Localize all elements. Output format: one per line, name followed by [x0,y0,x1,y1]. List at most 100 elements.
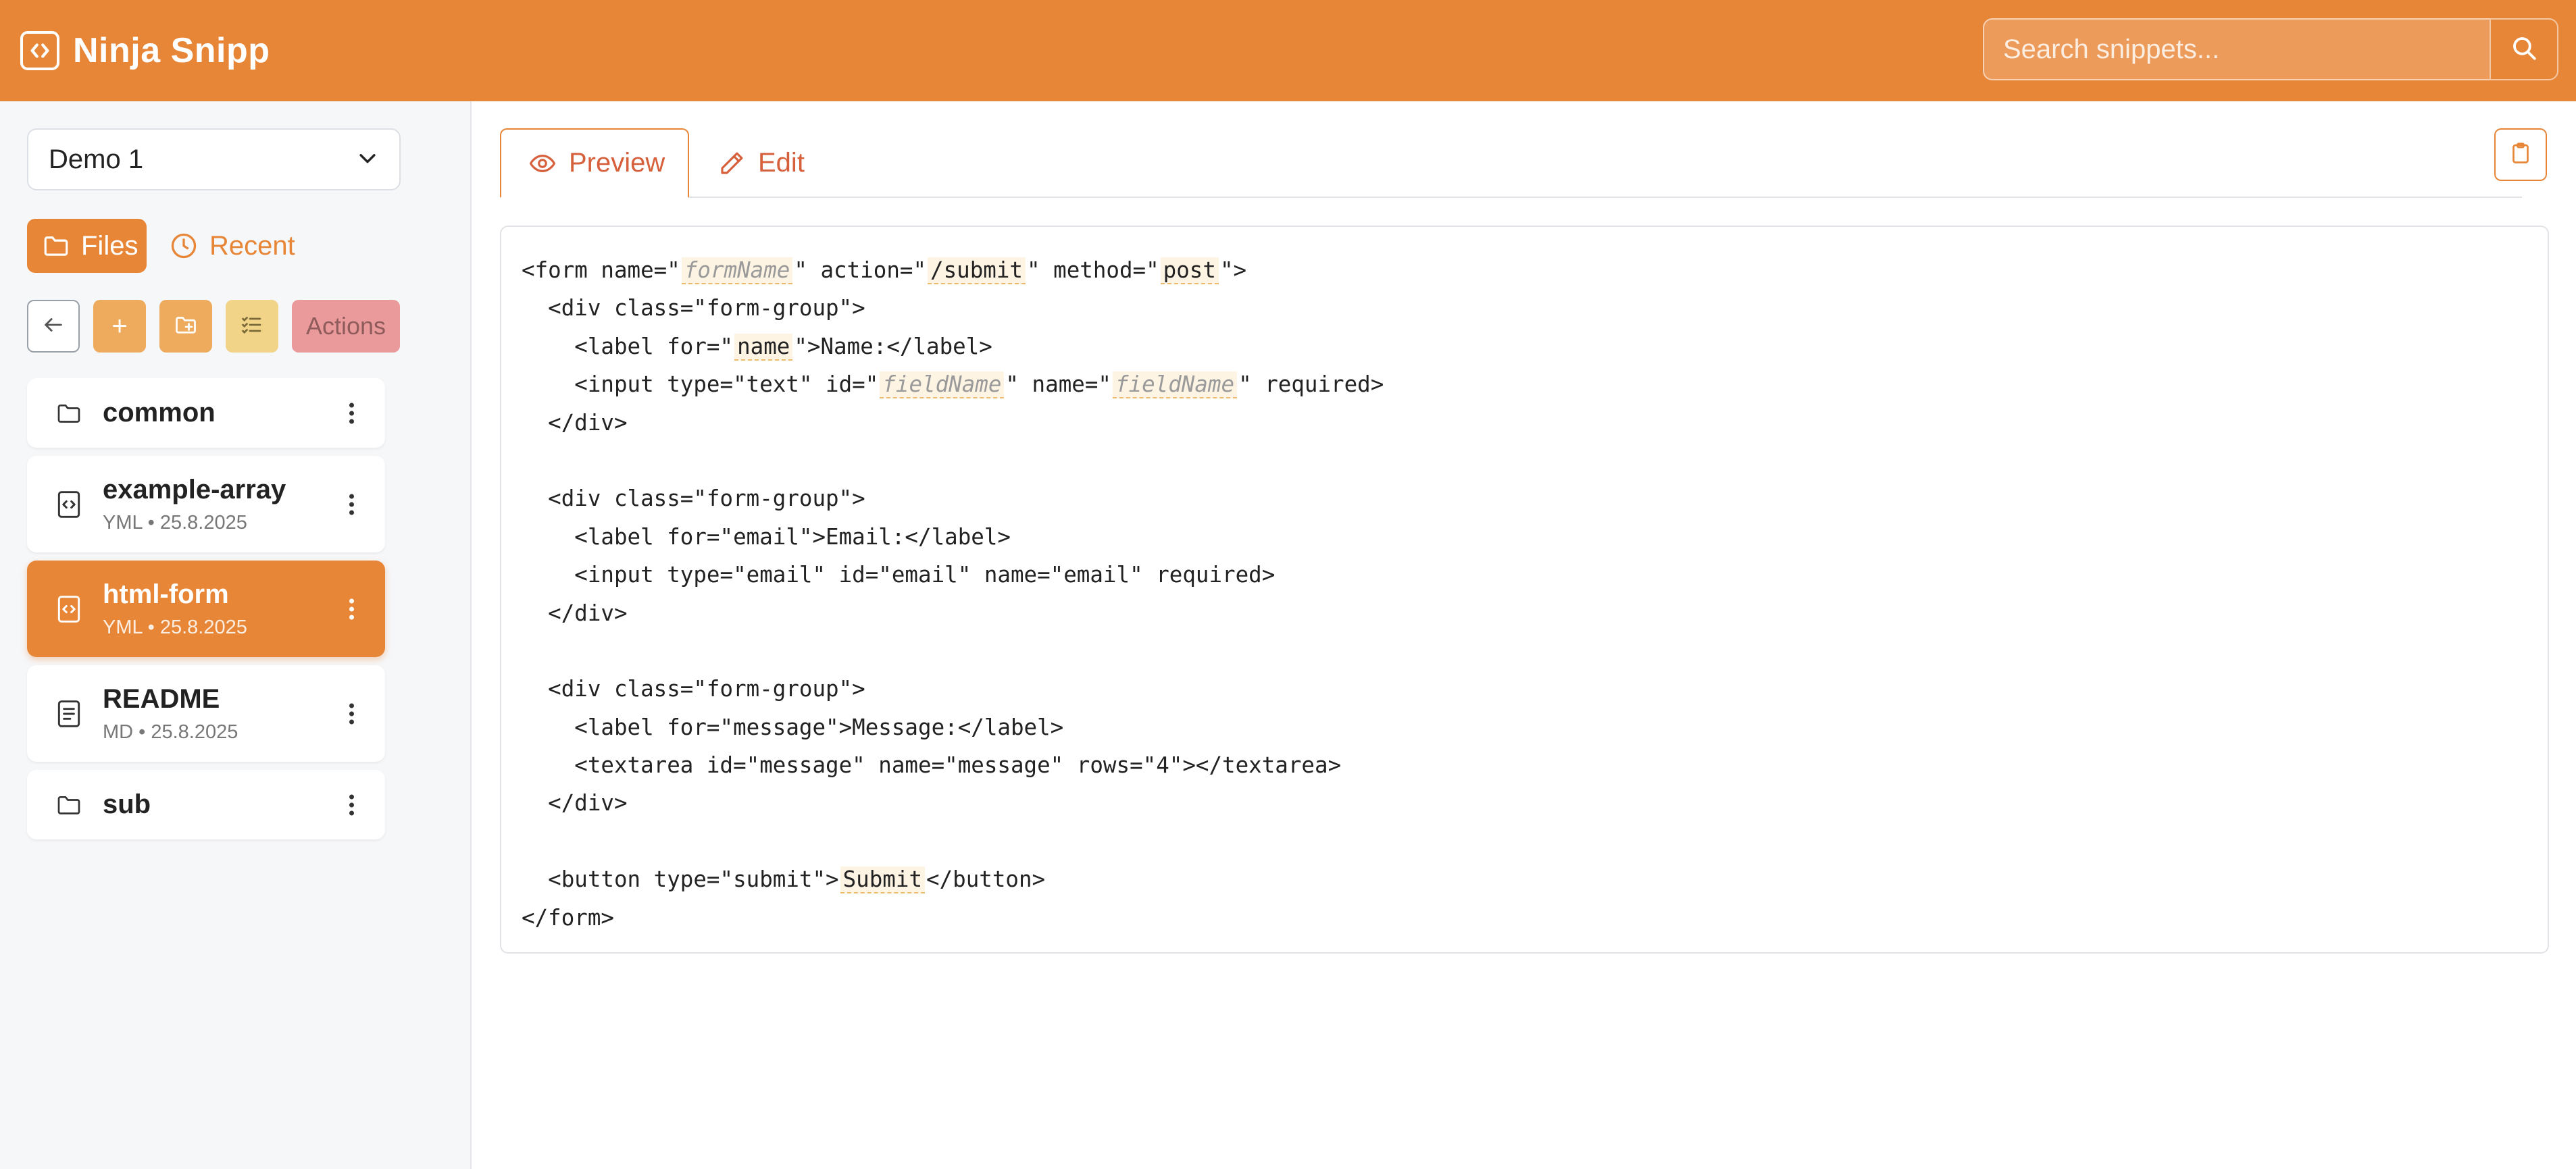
file-actions-toolbar: + Actions [27,300,400,353]
placeholder-token[interactable]: fieldName [1112,371,1238,399]
code-line: <div class="form-group"> [522,670,2527,708]
list-item-name: common [103,398,216,427]
list-item-name: example-array [103,474,286,504]
code-text: <label for=" [522,333,734,359]
code-text: <textarea id="message" name="message" ro… [522,752,1342,779]
actions-button[interactable]: Actions [292,300,400,353]
code-line: </div> [522,784,2527,822]
code-text: </div> [522,600,628,626]
list-item-name: README [103,683,220,714]
more-vertical-icon[interactable] [349,494,354,515]
list-item[interactable]: README MD • 25.8.2025 [27,665,385,762]
placeholder-token[interactable]: Submit [840,866,926,894]
search-button[interactable] [2490,18,2558,80]
tab-edit-label: Edit [758,148,805,178]
code-line: <button type="submit"> Submit </button> [522,860,2527,898]
tab-recent[interactable]: Recent [154,219,303,273]
list-item-meta: YML • 25.8.2025 [103,616,247,638]
code-preview: <form name=" formName " action="/submit " m… [500,226,2549,954]
list-item-selected[interactable]: html-form YML • 25.8.2025 [27,561,385,657]
plus-icon: + [111,311,128,341]
sidebar: Demo 1 Files Recent + Actions common exa… [0,101,472,1169]
tab-edit[interactable]: Edit [690,128,839,198]
folder-icon [42,232,70,260]
search-input[interactable] [1983,18,2490,80]
placeholder-token[interactable]: name [734,333,793,361]
more-vertical-icon[interactable] [349,794,354,815]
code-text: <input type="email" id="email" name="ema… [522,562,1276,588]
code-text: " method=" [1027,257,1159,283]
placeholder-token[interactable]: fieldName [880,371,1005,399]
clipboard-icon [2508,141,2533,169]
list-item[interactable]: example-array YML • 25.8.2025 [27,456,385,552]
code-line: <div class="form-group"> [522,289,2527,327]
code-line: </div> [522,404,2527,442]
code-text: <div class="form-group"> [522,676,865,702]
code-brackets-icon [20,31,59,70]
tab-preview-label: Preview [569,148,665,178]
tab-preview[interactable]: Preview [500,128,689,198]
code-text: </button> [926,866,1046,893]
list-item[interactable]: sub [27,770,385,839]
code-line: </div> [522,594,2527,632]
search-icon [2510,34,2538,66]
code-text: <form name=" [522,257,680,283]
more-vertical-icon[interactable] [349,402,354,423]
tab-files[interactable]: Files [27,219,147,273]
code-text: </div> [522,409,628,436]
document-icon [54,699,84,729]
placeholder-token[interactable]: /submit [928,257,1026,284]
code-block: <form name=" formName " action="/submit " m… [522,251,2527,937]
add-folder-button[interactable] [159,300,212,353]
code-line: <input type="email" id="email" name="ema… [522,556,2527,594]
code-line: <input type="text" id=" fieldName " name="… [522,365,2527,403]
list-item-meta: MD • 25.8.2025 [103,721,238,743]
tab-files-label: Files [81,230,138,261]
code-text: ">Name:</label> [794,333,992,359]
eye-icon [528,149,557,178]
pencil-icon [717,149,746,178]
list-item-name: sub [103,789,151,819]
file-list: common example-array YML • 25.8.2025 htm… [27,378,385,848]
more-vertical-icon[interactable] [349,598,354,619]
folder-icon [54,400,84,427]
code-text: " action=" [794,257,927,283]
view-tabs: Preview Edit [500,128,2522,198]
code-text: "> [1219,257,1247,283]
list-item-meta: YML • 25.8.2025 [103,511,247,534]
placeholder-token[interactable]: post [1160,257,1219,284]
code-line: <label for=" name ">Name:</label> [522,328,2527,365]
code-line: </form> [522,899,2527,937]
folder-plus-icon [174,313,198,340]
code-text: <button type="submit"> [522,866,839,893]
project-select-value: Demo 1 [49,144,144,174]
placeholder-token[interactable]: formName [681,257,793,284]
code-line: <label for="email">Email:</label> [522,518,2527,556]
arrow-left-icon [42,313,65,340]
code-file-icon [54,490,84,519]
clock-icon [169,231,199,261]
more-vertical-icon[interactable] [349,703,354,724]
code-text: <label for="email">Email:</label> [522,523,1011,550]
brand[interactable]: Ninja Snipp [20,30,270,72]
back-button[interactable] [27,300,80,353]
code-text: <div class="form-group"> [522,486,865,512]
copy-button[interactable] [2494,128,2547,181]
code-text: <input type="text" id=" [522,371,879,398]
tab-recent-label: Recent [209,230,295,261]
list-item[interactable]: common [27,378,385,448]
project-select[interactable]: Demo 1 [27,128,401,190]
code-file-icon [54,594,84,624]
code-line: <form name=" formName " action="/submit " m… [522,251,2527,289]
code-line: <div class="form-group"> [522,479,2527,517]
folder-icon [54,791,84,819]
code-line: <textarea id="message" name="message" ro… [522,746,2527,784]
list-item-name: html-form [103,579,229,609]
app-title: Ninja Snipp [73,31,270,70]
select-list-button[interactable] [226,300,278,353]
app-header: Ninja Snipp [0,0,2576,101]
add-file-button[interactable]: + [93,300,146,353]
